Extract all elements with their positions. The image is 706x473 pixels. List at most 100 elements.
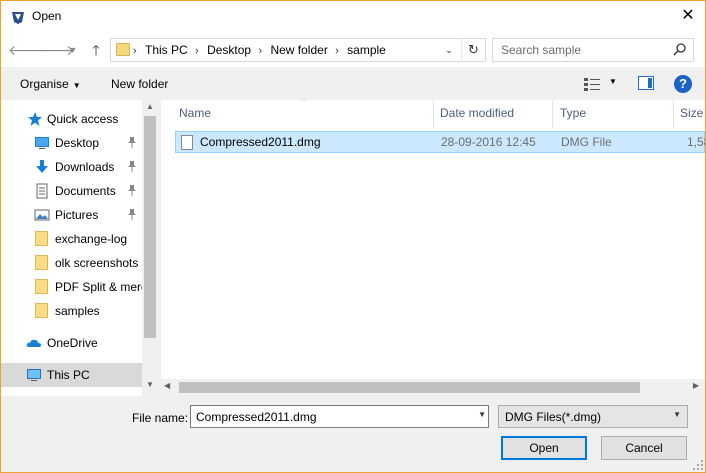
sidebar-item-label: OneDrive [47,336,98,350]
desktop-icon [35,137,49,149]
chevron-right-icon: › [335,45,339,57]
sidebar-item-label: olk screenshots [55,256,139,270]
breadcrumb: › This PC › Desktop › New folder › sampl… [133,43,390,57]
computer-icon [27,369,41,381]
scroll-down-arrow-icon[interactable]: ▼ [142,380,158,394]
sidebar-item-label: Quick access [47,112,119,126]
view-options-icon[interactable] [584,77,600,91]
column-header-label: Date modified [440,106,515,120]
sidebar-item-label: PDF Split & merg [55,280,148,294]
help-icon[interactable]: ? [674,75,692,93]
search-input[interactable]: Search sample [501,43,581,57]
column-header-label: Type [560,106,587,120]
breadcrumb-new-folder[interactable]: New folder [270,43,327,57]
documents-icon [36,183,48,199]
column-header-size[interactable]: Size [674,106,705,128]
recent-locations-button[interactable]: ▼ [64,41,82,59]
close-button[interactable]: ✕ [671,1,705,32]
sidebar-item-pictures[interactable]: Pictures [1,203,142,227]
up-button[interactable]: 🡑 [87,41,105,59]
navigation-pane: Quick access Desktop Downloads Documents… [1,100,158,396]
search-icon [673,43,686,56]
caret-down-icon: ▼ [72,81,81,90]
new-folder-button[interactable]: New folder [111,77,168,91]
organise-button[interactable]: Organise ▼ [20,77,81,91]
sidebar-item-label: Documents [55,184,116,198]
file-name-field[interactable]: Compressed2011.dmg ▼ [190,405,489,428]
sidebar-item-downloads[interactable]: Downloads [1,155,142,179]
open-dialog: Open ✕ 🡐 🡒 ▼ 🡑 › This PC › Desktop › New… [0,0,706,473]
refresh-button[interactable]: ↻ [461,39,485,61]
footer: File name: Compressed2011.dmg ▼ DMG File… [1,396,705,472]
file-name-value[interactable]: Compressed2011.dmg [196,410,317,424]
sidebar-item-samples[interactable]: samples [1,299,142,323]
sidebar-item-onedrive[interactable]: OneDrive [1,331,142,355]
forward-button[interactable]: 🡒 [37,41,75,59]
command-bar: Organise ▼ New folder ▼ ? [1,67,705,100]
address-dropdown-button[interactable]: ⌄ [438,39,460,61]
sidebar-scrollbar[interactable]: ▲ ▼ [142,100,158,396]
column-header-date[interactable]: Date modified [434,106,552,128]
folder-icon [35,279,48,294]
app-icon [12,12,24,24]
sidebar-item-exchange-log[interactable]: exchange-log [1,227,142,251]
scrollbar-thumb[interactable] [179,382,640,393]
organise-label: Organise [20,77,69,91]
sidebar-item-documents[interactable]: Documents [1,179,142,203]
folder-icon [116,43,130,56]
title-bar: Open ✕ [1,1,705,32]
cancel-button[interactable]: Cancel [601,436,687,460]
chevron-down-icon[interactable]: ▼ [478,410,486,419]
scroll-right-arrow-icon[interactable]: ▶ [693,381,699,390]
column-header-name[interactable]: Name [173,106,433,128]
sidebar-item-label: exchange-log [55,232,128,246]
column-header-label: Size [680,106,704,120]
address-bar[interactable]: › This PC › Desktop › New folder › sampl… [110,38,486,62]
pin-icon [128,185,136,196]
breadcrumb-this-pc[interactable]: This PC [145,43,188,57]
view-dropdown-button[interactable]: ▼ [609,77,617,86]
file-name-label: File name: [132,411,189,425]
horizontal-scrollbar[interactable]: ◀ ▶ [161,379,705,396]
file-type-value: DMG Files(*.dmg) [505,410,602,424]
pin-icon [128,209,136,220]
scroll-up-arrow-icon[interactable]: ▲ [142,102,158,116]
pin-icon [128,161,136,172]
star-icon [28,112,42,126]
sidebar-item-this-pc[interactable]: This PC [1,363,142,387]
column-header-type[interactable]: Type [554,106,673,128]
sidebar-item-olk-screenshots[interactable]: olk screenshots [1,251,142,275]
download-icon [36,160,48,173]
file-date: 28-09-2016 12:45 [441,135,536,149]
sidebar-item-desktop[interactable]: Desktop [1,131,142,155]
sidebar-item-label: Pictures [55,208,99,222]
search-box[interactable]: Search sample [492,38,694,62]
sidebar-item-quick-access[interactable]: Quick access [1,107,142,131]
window-title: Open [32,9,62,23]
file-list: ⌃ Name Date modified Type Size Compresse… [161,100,705,396]
file-type-select[interactable]: DMG Files(*.dmg) ▼ [498,405,688,428]
table-row[interactable]: Compressed2011.dmg 28-09-2016 12:45 DMG … [175,131,705,153]
folder-icon [35,303,48,318]
file-type: DMG File [561,135,612,149]
sidebar-item-pdf-split-merge[interactable]: PDF Split & merg [1,275,148,299]
back-button[interactable]: 🡐 [8,41,46,59]
breadcrumb-sample[interactable]: sample [347,43,386,57]
breadcrumb-desktop[interactable]: Desktop [207,43,251,57]
navigation-row: 🡐 🡒 ▼ 🡑 › This PC › Desktop › New folder… [1,32,705,67]
column-header-label: Name [179,106,212,120]
scroll-left-arrow-icon[interactable]: ◀ [164,381,170,390]
file-size: 1,58 [687,135,705,149]
file-name: Compressed2011.dmg [200,135,321,149]
open-button[interactable]: Open [501,436,587,460]
resize-grip-icon[interactable] [693,460,703,470]
preview-pane-icon[interactable] [638,76,654,90]
folder-icon [35,255,48,270]
column-divider[interactable] [552,100,553,128]
scrollbar-thumb[interactable] [144,116,156,338]
chevron-right-icon: › [195,45,199,57]
chevron-right-icon: › [133,45,137,57]
pin-icon [128,137,136,148]
chevron-down-icon: ▼ [673,410,681,419]
file-icon [181,135,193,150]
